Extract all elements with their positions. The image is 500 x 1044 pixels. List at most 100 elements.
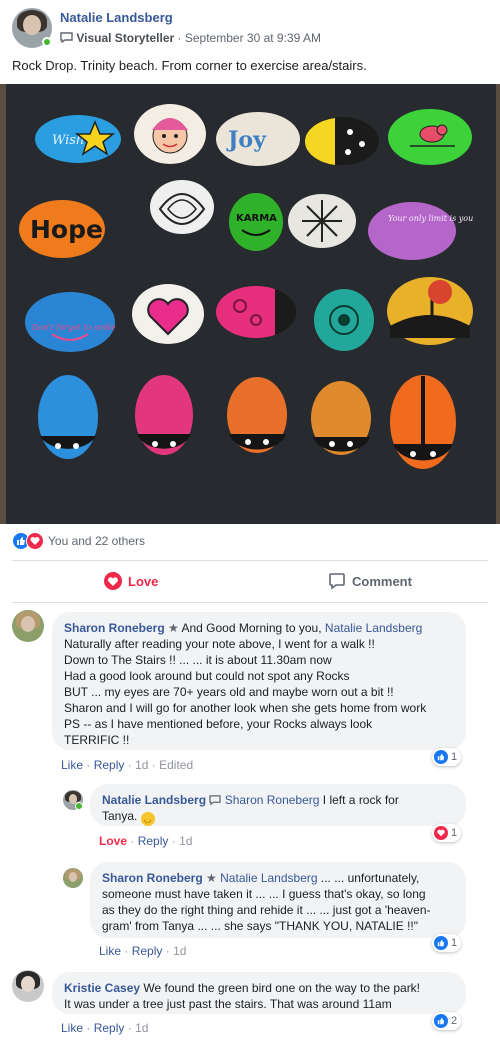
rock-girl-face <box>134 104 206 164</box>
like-link[interactable]: Like <box>99 944 121 958</box>
like-link[interactable]: Like <box>61 1021 83 1035</box>
comment-time[interactable]: 1d <box>173 944 186 958</box>
comment-line: someone must have taken it ... ... I gue… <box>102 887 426 901</box>
rock-text-smile: Don't forget to smile <box>31 323 116 332</box>
rock-wish: Wish <box>35 115 121 163</box>
smile-emoji-icon: ◡ <box>140 812 155 826</box>
rock-mandala-white <box>150 180 214 234</box>
love-reaction-icon <box>26 532 44 550</box>
reply-link[interactable]: Reply <box>132 944 163 958</box>
rock-pink-ladybug <box>135 375 193 455</box>
like-reaction-icon <box>434 1014 448 1028</box>
comment-line: Down to The Stairs !! ... ... it is abou… <box>64 653 332 667</box>
comment-time[interactable]: 1d <box>135 1021 148 1035</box>
rock-text-hope: Hope <box>30 215 103 244</box>
comment-bubble: Natalie Landsberg Sharon Roneberg I left… <box>90 784 466 826</box>
comment-reaction-count[interactable]: 1 <box>432 748 462 766</box>
comment-mention[interactable]: Natalie Landsberg <box>325 621 422 635</box>
storyteller-badge-icon <box>60 32 73 44</box>
comment-line: PS -- as I have mentioned before, your R… <box>64 717 373 731</box>
comment-actions: Like · Reply · 1d <box>61 1021 149 1035</box>
comment-author[interactable]: Natalie Landsberg <box>102 793 206 807</box>
rock-hope: Hope <box>19 200 105 258</box>
comment-text: It was under a tree just past the stairs… <box>64 997 392 1011</box>
love-reaction-icon <box>434 826 448 840</box>
divider-bottom <box>12 602 488 603</box>
reply-link[interactable]: Reply <box>138 834 169 848</box>
reply-link[interactable]: Reply <box>94 1021 125 1035</box>
commenter-avatar[interactable] <box>63 868 83 888</box>
love-button[interactable]: Love <box>104 566 158 596</box>
rock-text-karma: KARMA <box>236 213 277 224</box>
online-status-dot <box>75 802 83 810</box>
comment-mention[interactable]: Natalie Landsberg <box>220 871 317 885</box>
comment-line: BUT ... my eyes are 70+ years old and ma… <box>64 685 394 699</box>
comment-reply-2: Sharon Roneberg ★ Natalie Landsberg ... … <box>0 862 500 962</box>
commenter-avatar[interactable] <box>12 610 44 642</box>
post-author[interactable]: Natalie Landsberg <box>60 10 173 25</box>
commenter-avatar[interactable] <box>12 970 44 1002</box>
comment-text: We found the green bird one on the way t… <box>143 981 421 995</box>
comment-line: as they do the right thing and rehide it… <box>102 903 431 917</box>
comment-author[interactable]: Sharon Roneberg <box>64 621 165 635</box>
comment-reaction-count[interactable]: 1 <box>432 824 462 842</box>
love-button-label: Love <box>128 573 159 589</box>
reaction-count-text: 1 <box>451 751 458 763</box>
comment-actions: Love · Reply · 1d <box>99 834 193 848</box>
comment-actions: Like · Reply · 1d · Edited <box>61 758 194 772</box>
like-reaction-icon <box>434 936 448 950</box>
comment-line: Naturally after reading your note above,… <box>64 637 375 651</box>
rock-text-limit: Your only limit is you <box>388 214 473 223</box>
edited-label[interactable]: Edited <box>159 758 193 772</box>
like-link[interactable]: Like <box>61 758 83 772</box>
rock-green-bird <box>388 109 472 165</box>
comment-line: Had a good look around but could not spo… <box>64 669 350 683</box>
like-reaction-icon <box>434 750 448 764</box>
comment-author[interactable]: Kristie Casey <box>64 981 140 995</box>
rock-karma: KARMA <box>229 193 283 251</box>
reaction-count-text: 2 <box>451 1015 458 1027</box>
comment-button-label: Comment <box>352 573 412 589</box>
comment-line: gram' from Tanya ... ... she says "THANK… <box>102 919 419 933</box>
meta-separator: · <box>177 31 185 45</box>
rock-pink-heart <box>132 284 204 344</box>
post-header: Natalie Landsberg Visual Storyteller · S… <box>0 0 500 82</box>
comment-bubble: Kristie Casey We found the green bird on… <box>52 972 466 1014</box>
rock-blue-ladybug <box>38 375 98 459</box>
comment-1: Sharon Roneberg ★ And Good Morning to yo… <box>0 610 500 776</box>
post-meta: Visual Storyteller · September 30 at 9:3… <box>60 31 321 45</box>
comment-text: Tanya. <box>102 809 138 823</box>
rock-teal-mandala <box>314 289 374 351</box>
rock-joy: Joy <box>216 112 300 166</box>
comment-icon <box>329 573 345 590</box>
comment-text: I left a rock for <box>322 793 399 807</box>
comment-reply-1: Natalie Landsberg Sharon Roneberg I left… <box>0 784 500 854</box>
reaction-count-text: 1 <box>451 827 458 839</box>
reactions-count-text: You and 22 others <box>48 534 145 548</box>
divider-top <box>12 560 488 561</box>
star-badge-icon: ★ <box>206 871 217 885</box>
rock-orange-ladybug-1 <box>227 377 287 453</box>
rock-snowflake <box>288 194 356 248</box>
reactions-summary[interactable]: You and 22 others <box>12 532 145 550</box>
comment-line: TERRIFIC !! <box>64 733 130 747</box>
love-link[interactable]: Love <box>99 834 127 848</box>
comment-time[interactable]: 1d <box>135 758 148 772</box>
comment-button[interactable]: Comment <box>328 566 412 596</box>
post-photo[interactable]: Wish Joy Hope KARMA Your only limit is y… <box>0 84 500 524</box>
comment-mention[interactable]: Sharon Roneberg <box>225 793 320 807</box>
comment-bubble: Sharon Roneberg ★ Natalie Landsberg ... … <box>90 862 466 938</box>
comment-intro: And Good Morning to you, <box>181 621 322 635</box>
author-badge[interactable]: Visual Storyteller <box>76 31 174 45</box>
post-time[interactable]: September 30 at 9:39 AM <box>185 31 321 45</box>
comment-reaction-count[interactable]: 1 <box>432 934 462 952</box>
painted-rocks-image: Wish Joy Hope KARMA Your only limit is y… <box>0 84 500 524</box>
comment-time[interactable]: 1d <box>179 834 192 848</box>
comment-4: Kristie Casey We found the green bird on… <box>0 970 500 1040</box>
online-status-dot <box>42 37 52 47</box>
comment-reaction-count[interactable]: 2 <box>432 1012 462 1030</box>
reply-link[interactable]: Reply <box>94 758 125 772</box>
comment-author[interactable]: Sharon Roneberg <box>102 871 203 885</box>
love-icon <box>104 572 122 590</box>
star-badge-icon: ★ <box>168 621 179 635</box>
